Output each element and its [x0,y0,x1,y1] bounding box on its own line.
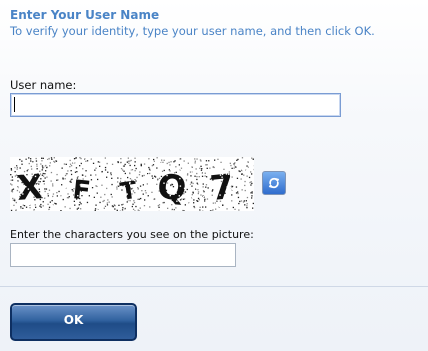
instructions-text: To verify your identity, type your user … [10,24,375,38]
page-title: Enter Your User Name [10,8,160,22]
captcha-input[interactable] [10,243,236,267]
ok-button[interactable]: OK [10,303,137,341]
captcha-svg: XFTQ7 [10,157,256,213]
username-input[interactable] [10,93,341,117]
captcha-image: XFTQ7 [10,157,256,213]
refresh-icon [268,177,280,189]
captcha-label: Enter the characters you see on the pict… [10,228,254,241]
captcha-char: 7 [208,167,236,209]
refresh-captcha-button[interactable] [262,171,286,195]
verify-identity-panel: Enter Your User Name To verify your iden… [0,0,428,351]
username-label: User name: [10,78,77,92]
divider [0,286,428,287]
captcha-glyphs: XFTQ7 [11,157,253,213]
text-caret [14,97,15,112]
captcha-char: Q [156,167,188,209]
